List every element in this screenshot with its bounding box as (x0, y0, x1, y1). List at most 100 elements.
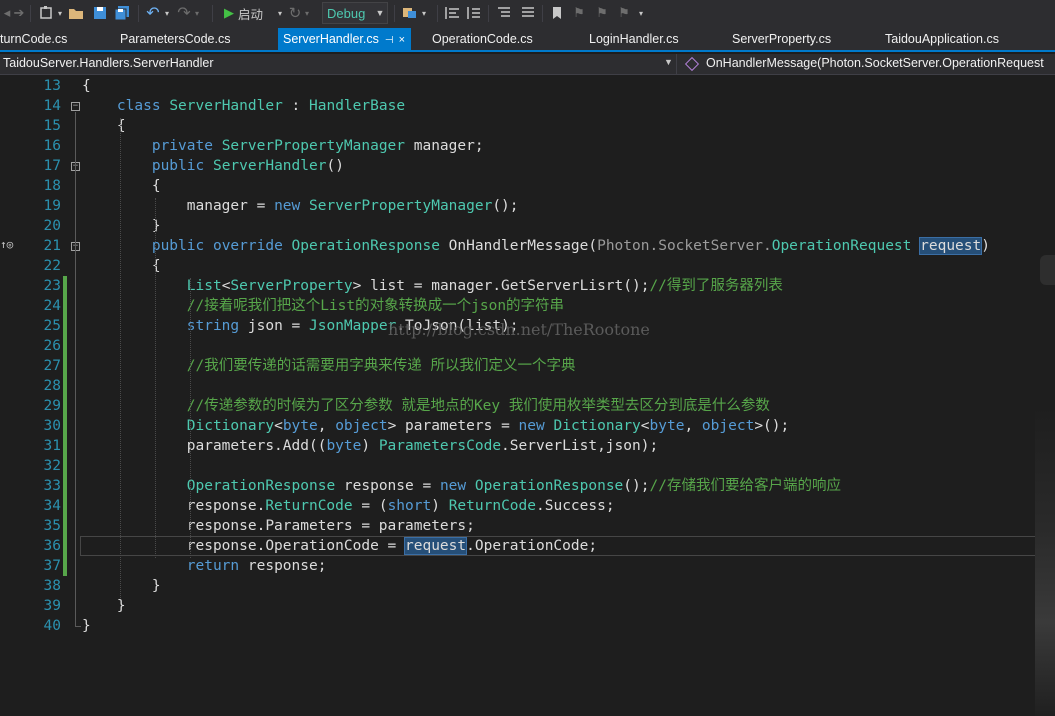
tab-returncode[interactable]: turnCode.cs (0, 28, 67, 50)
line-number: 35 (43, 518, 61, 534)
fold-guide-end (75, 626, 81, 627)
chevron-down-icon[interactable]: ▼ (664, 57, 673, 67)
line-number: 37 (43, 558, 61, 574)
save-icon[interactable] (92, 4, 108, 22)
back-arrow-icon[interactable]: ◂ (2, 4, 12, 22)
next-bookmark-icon[interactable]: ⚑ (594, 4, 610, 22)
start-label: 启动 (238, 7, 264, 22)
tab-label: TaidouApplication.cs (885, 32, 999, 46)
override-marker-icon[interactable]: ↑◎ (0, 238, 13, 251)
code-line[interactable] (82, 376, 91, 396)
redo-dropdown-arrow-icon[interactable]: ▾ (193, 4, 201, 22)
line-number: 36 (43, 538, 61, 554)
attach-process-icon[interactable] (402, 4, 418, 22)
redo-icon[interactable]: ↷ (176, 4, 192, 22)
code-line[interactable]: response.ReturnCode = (short) ReturnCode… (82, 496, 615, 516)
line-number: 16 (43, 138, 61, 154)
code-line[interactable]: response.Parameters = parameters; (82, 516, 475, 536)
code-line[interactable]: manager = new ServerPropertyManager(); (82, 196, 519, 216)
code-line[interactable]: } (82, 596, 126, 616)
line-number: 25 (43, 318, 61, 334)
line-number: 19 (43, 198, 61, 214)
toolbar-separator (212, 5, 213, 22)
code-line[interactable]: return response; (82, 556, 327, 576)
tab-label: turnCode.cs (0, 32, 68, 46)
tab-parameterscode[interactable]: ParametersCode.cs (120, 28, 230, 50)
forward-arrow-icon[interactable]: ➔ (12, 4, 26, 22)
start-dropdown-arrow-icon[interactable]: ▾ (276, 4, 284, 22)
code-line[interactable]: } (82, 216, 161, 236)
refresh-icon[interactable]: ↻ (288, 4, 302, 22)
tab-loginhandler[interactable]: LoginHandler.cs (589, 28, 679, 50)
toolbar-separator (488, 5, 489, 22)
code-line[interactable]: //传递参数的时候为了区分参数 就是地点的Key 我们使用枚举类型去区分到底是什… (82, 396, 770, 416)
line-number: 30 (43, 418, 61, 434)
line-number: 32 (43, 458, 61, 474)
code-line[interactable]: { (82, 76, 91, 96)
code-line[interactable]: parameters.Add((byte) ParametersCode.Ser… (82, 436, 658, 456)
line-number: 21 (43, 238, 61, 254)
start-debug-button[interactable]: ▶ 启动 (224, 4, 274, 22)
toolbar-separator (30, 5, 31, 22)
solution-configuration-value: Debug (327, 5, 366, 21)
attach-dropdown-arrow-icon[interactable]: ▾ (420, 4, 428, 22)
save-all-icon[interactable] (114, 4, 132, 22)
solution-configuration-select[interactable]: Debug ▼ (322, 2, 388, 24)
undo-icon[interactable]: ↶ (145, 4, 161, 22)
type-scope-dropdown[interactable]: TaidouServer.Handlers.ServerHandler (3, 56, 214, 70)
code-line[interactable]: private ServerPropertyManager manager; (82, 136, 484, 156)
code-line[interactable]: } (82, 576, 161, 596)
bookmark-icon[interactable] (550, 4, 564, 22)
uncomment-lines-icon[interactable] (520, 4, 536, 22)
tab-serverhandler[interactable]: ServerHandler.cs ⊣ × (278, 28, 412, 50)
line-number: 40 (43, 618, 61, 634)
code-line[interactable]: public override OperationResponse OnHand… (82, 236, 990, 256)
new-project-icon[interactable] (38, 4, 54, 22)
tab-taidouapplication[interactable]: TaidouApplication.cs (885, 28, 999, 50)
comment-lines-icon[interactable] (496, 4, 512, 22)
line-number: 17 (43, 158, 61, 174)
code-line[interactable]: { (82, 256, 161, 276)
tab-operationcode[interactable]: OperationCode.cs (432, 28, 533, 50)
close-icon[interactable]: × (399, 34, 405, 46)
line-number: 18 (43, 178, 61, 194)
toolbar-overflow-icon[interactable]: ▾ (637, 4, 645, 22)
tab-label: ParametersCode.cs (120, 32, 231, 46)
line-number: 14 (43, 98, 61, 114)
member-scope-value: OnHandlerMessage(Photon.SocketServer.Ope… (706, 56, 1044, 70)
code-line[interactable]: response.OperationCode = request.Operati… (82, 536, 597, 556)
fold-guide-line (75, 112, 76, 626)
tab-label: ServerHandler.cs (283, 32, 379, 46)
toolbar-separator (437, 5, 438, 22)
code-line[interactable] (82, 456, 91, 476)
code-line[interactable]: public ServerHandler() (82, 156, 344, 176)
line-number: 31 (43, 438, 61, 454)
code-line[interactable]: List<ServerProperty> list = manager.GetS… (82, 276, 783, 296)
undo-dropdown-arrow-icon[interactable]: ▾ (163, 4, 171, 22)
watermark: http://blog.csdn.net/TheRootone (388, 320, 650, 339)
open-folder-icon[interactable] (68, 4, 84, 22)
code-line[interactable]: { (82, 176, 161, 196)
code-line[interactable]: OperationResponse response = new Operati… (82, 476, 841, 496)
clear-bookmarks-icon[interactable]: ⚑ (616, 4, 632, 22)
align-icon[interactable] (445, 4, 461, 22)
tab-serverproperty[interactable]: ServerProperty.cs (732, 28, 831, 50)
code-line[interactable]: //我们要传递的话需要用字典来传递 所以我们定义一个字典 (82, 356, 576, 376)
navigation-bar: TaidouServer.Handlers.ServerHandler ▼ On… (0, 54, 1055, 75)
background-decoration (1035, 405, 1055, 716)
collapse-region-icon[interactable]: − (71, 102, 80, 111)
outline-icon[interactable] (466, 4, 482, 22)
code-line[interactable] (82, 336, 91, 356)
previous-bookmark-icon[interactable]: ⚑ (571, 4, 587, 22)
refresh-dropdown-arrow-icon[interactable]: ▾ (303, 4, 311, 22)
line-number: 34 (43, 498, 61, 514)
new-dropdown-arrow-icon[interactable]: ▾ (56, 4, 64, 22)
code-line[interactable]: Dictionary<byte, object> parameters = ne… (82, 416, 789, 436)
toolbar: ◂ ➔ ▾ ↶ ▾ ↷ ▾ ▶ 启动 ▾ ↻ ▾ Debug ▼ ▾ ⚑ ⚑ ⚑… (0, 0, 1055, 28)
code-editor[interactable]: ↑◎ 13 14 15 16 17 18 19 20 21 22 23 24 25 26 27 28 29 30 3… (0, 75, 1055, 716)
line-number: 15 (43, 118, 61, 134)
code-line[interactable]: class ServerHandler : HandlerBase (82, 96, 405, 116)
member-scope-dropdown[interactable]: OnHandlerMessage(Photon.SocketServer.Ope… (706, 56, 1044, 70)
pin-icon[interactable]: ⊣ (385, 35, 394, 46)
code-line[interactable]: } (82, 616, 91, 636)
